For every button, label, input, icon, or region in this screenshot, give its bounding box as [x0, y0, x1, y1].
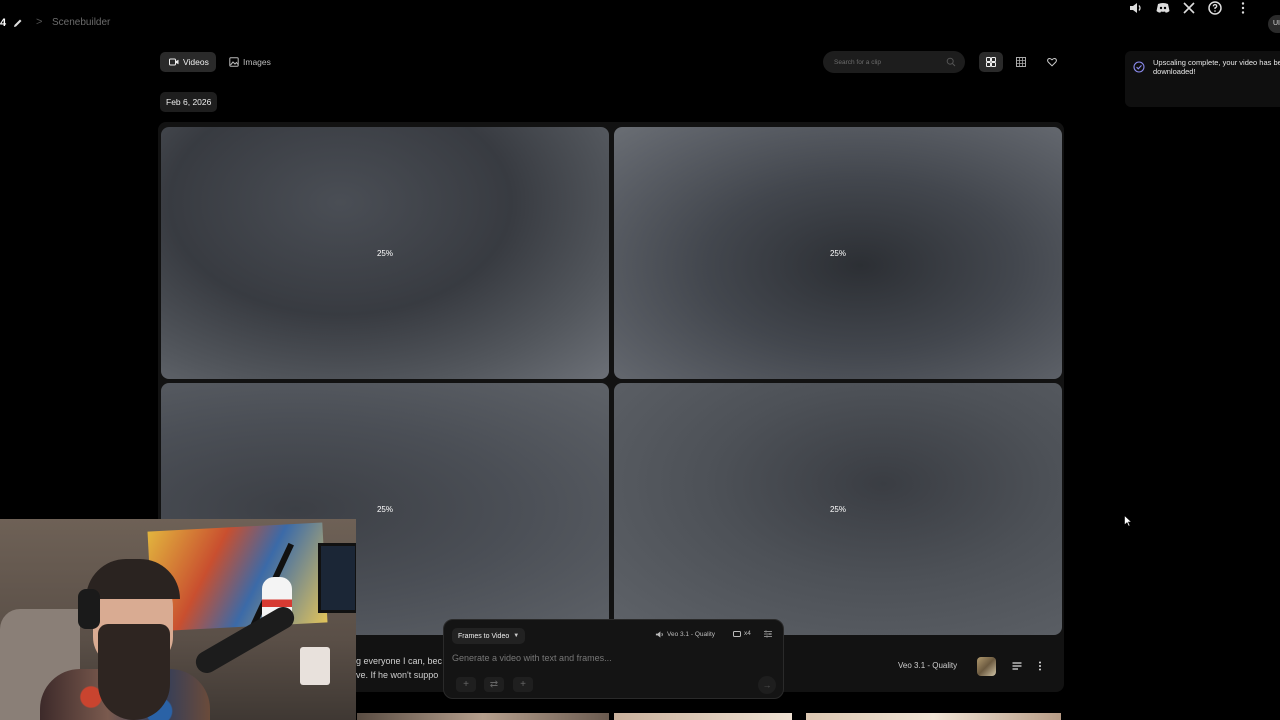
- swap-frames-button[interactable]: ⇄: [484, 677, 504, 692]
- send-button[interactable]: →: [758, 676, 776, 694]
- add-end-frame-button[interactable]: +: [513, 677, 533, 692]
- more-options-icon[interactable]: [1034, 660, 1046, 672]
- toast-message: Upscaling complete, your video has been …: [1153, 58, 1280, 76]
- grid-small-view-button[interactable]: [1009, 52, 1033, 72]
- output-count-selector[interactable]: x4: [733, 630, 751, 637]
- quality-label: Veo 3.1 - Quality: [667, 631, 716, 638]
- settings-sliders-icon[interactable]: [763, 629, 773, 639]
- next-clip-preview[interactable]: [806, 713, 1061, 720]
- webcam-mug: [300, 647, 330, 685]
- top-bar: 4 > Scenebuilder UI: [0, 0, 1280, 48]
- avatar[interactable]: UI: [1268, 15, 1280, 33]
- video-tile[interactable]: 25%: [614, 383, 1062, 635]
- model-label: Veo 3.1 - Quality: [898, 661, 958, 670]
- project-title[interactable]: Scenebuilder: [52, 17, 110, 28]
- prompt-composer: Frames to Video ▼ Veo 3.1 - Quality x4 +…: [443, 619, 784, 699]
- webcam-poster: [147, 522, 328, 632]
- clip-prompt-line: g everyone I can, bec: [356, 656, 443, 666]
- search-icon[interactable]: [946, 57, 956, 67]
- speaker-icon: [655, 631, 663, 638]
- tab-images-label: Images: [243, 57, 271, 67]
- reference-thumbnail[interactable]: [977, 657, 996, 676]
- clip-prompt-line: ve. If he won't suppo: [356, 670, 439, 680]
- prompt-input[interactable]: [452, 651, 772, 665]
- tab-videos-label: Videos: [183, 57, 209, 67]
- search-input[interactable]: [823, 51, 965, 73]
- mode-label: Frames to Video: [458, 632, 510, 640]
- progress-label: 25%: [376, 505, 393, 514]
- volume-icon[interactable]: [1128, 0, 1144, 16]
- add-start-frame-button[interactable]: +: [456, 677, 476, 692]
- tab-images[interactable]: Images: [220, 52, 278, 72]
- webcam-overlay: [0, 519, 356, 720]
- grid-large-view-button[interactable]: [979, 52, 1003, 72]
- model-quality-selector[interactable]: Veo 3.1 - Quality: [655, 630, 715, 639]
- check-circle-icon: [1133, 61, 1145, 73]
- favorite-icon: [1047, 58, 1057, 67]
- next-clip-preview[interactable]: [614, 713, 792, 720]
- favorites-button[interactable]: [1040, 52, 1064, 72]
- breadcrumb-separator: >: [36, 16, 43, 28]
- grid-large-icon: [986, 57, 996, 67]
- breadcrumb-number[interactable]: 4: [0, 17, 6, 29]
- aspect-ratio-icon: [733, 630, 741, 637]
- grid-small-icon: [1016, 57, 1026, 67]
- webcam-headset: [78, 589, 100, 629]
- pencil-icon[interactable]: [12, 17, 24, 29]
- reuse-prompt-icon[interactable]: [1011, 660, 1023, 672]
- video-tile[interactable]: 25%: [614, 127, 1062, 379]
- count-label: x4: [744, 630, 751, 637]
- clip-prompt-text: g everyone I can, bec ve. If he won't su…: [356, 654, 442, 682]
- video-icon: [169, 58, 179, 66]
- mouse-cursor-icon: [1124, 515, 1132, 527]
- progress-label: 25%: [829, 249, 846, 258]
- help-icon[interactable]: [1207, 0, 1223, 16]
- caret-down-icon: ▼: [513, 633, 520, 639]
- mode-dropdown[interactable]: Frames to Video ▼: [452, 628, 526, 644]
- progress-label: 25%: [376, 249, 393, 258]
- image-icon: [229, 57, 239, 67]
- webcam-monitor: [318, 543, 356, 613]
- progress-label: 25%: [829, 505, 846, 514]
- next-clip-preview[interactable]: [357, 713, 609, 720]
- video-tile[interactable]: 25%: [161, 127, 609, 379]
- date-chip: Feb 6, 2026: [160, 92, 218, 112]
- upscale-toast: Upscaling complete, your video has been …: [1125, 51, 1280, 107]
- more-icon[interactable]: [1235, 0, 1251, 16]
- x-icon[interactable]: [1181, 0, 1197, 16]
- webcam-person-beard: [98, 624, 170, 720]
- discord-icon[interactable]: [1155, 0, 1171, 16]
- tab-videos[interactable]: Videos: [160, 52, 216, 72]
